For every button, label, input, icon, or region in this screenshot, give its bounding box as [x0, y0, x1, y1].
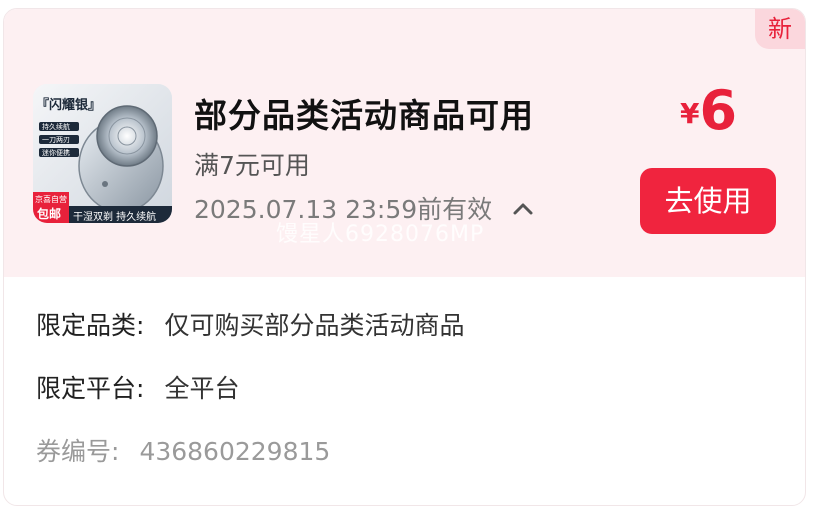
- product-tagline: 干湿双剃 持久续航: [73, 212, 157, 223]
- category-row: 限定品类: 仅可购买部分品类活动商品: [36, 306, 464, 342]
- product-promo-bottom: 包邮: [37, 207, 62, 221]
- platform-label: 限定平台:: [36, 374, 145, 403]
- product-brand-text: 『闪耀银』: [36, 98, 102, 113]
- coupon-condition: 满7元可用: [194, 151, 310, 180]
- price-amount: 6: [699, 79, 738, 142]
- coupon-title: 部分品类活动商品可用: [194, 96, 534, 135]
- use-coupon-button[interactable]: 去使用: [640, 168, 776, 234]
- new-badge: 新: [755, 9, 805, 49]
- product-feature-3: 迷你便携: [42, 149, 70, 157]
- coupon-code-row: 券编号: 436860229815: [36, 432, 330, 468]
- product-feature-1: 持久续航: [42, 123, 70, 131]
- category-label: 限定品类:: [36, 311, 145, 340]
- category-value: 仅可购买部分品类活动商品: [164, 311, 465, 340]
- coupon-price: ¥6: [680, 79, 737, 142]
- coupon-code-label: 券编号:: [36, 437, 120, 466]
- coupon-card: 新 『闪耀银』 持久续航 一刀两刃 迷你便携 京喜自营 包邮 干湿双剃 持久续航…: [3, 8, 806, 506]
- product-feature-2: 一刀两刃: [42, 136, 70, 144]
- watermark-text: 馒星人6928076MP: [276, 222, 485, 247]
- product-thumbnail[interactable]: 『闪耀银』 持久续航 一刀两刃 迷你便携 京喜自营 包邮 干湿双剃 持久续航: [33, 84, 172, 223]
- currency-symbol: ¥: [680, 97, 700, 130]
- coupon-header: 新 『闪耀银』 持久续航 一刀两刃 迷你便携 京喜自营 包邮 干湿双剃 持久续航…: [4, 9, 805, 277]
- chevron-up-icon[interactable]: [512, 197, 534, 219]
- product-promo-top: 京喜自营: [35, 195, 67, 204]
- platform-value: 全平台: [164, 374, 240, 403]
- platform-row: 限定平台: 全平台: [36, 369, 239, 405]
- coupon-code-value: 436860229815: [139, 437, 331, 466]
